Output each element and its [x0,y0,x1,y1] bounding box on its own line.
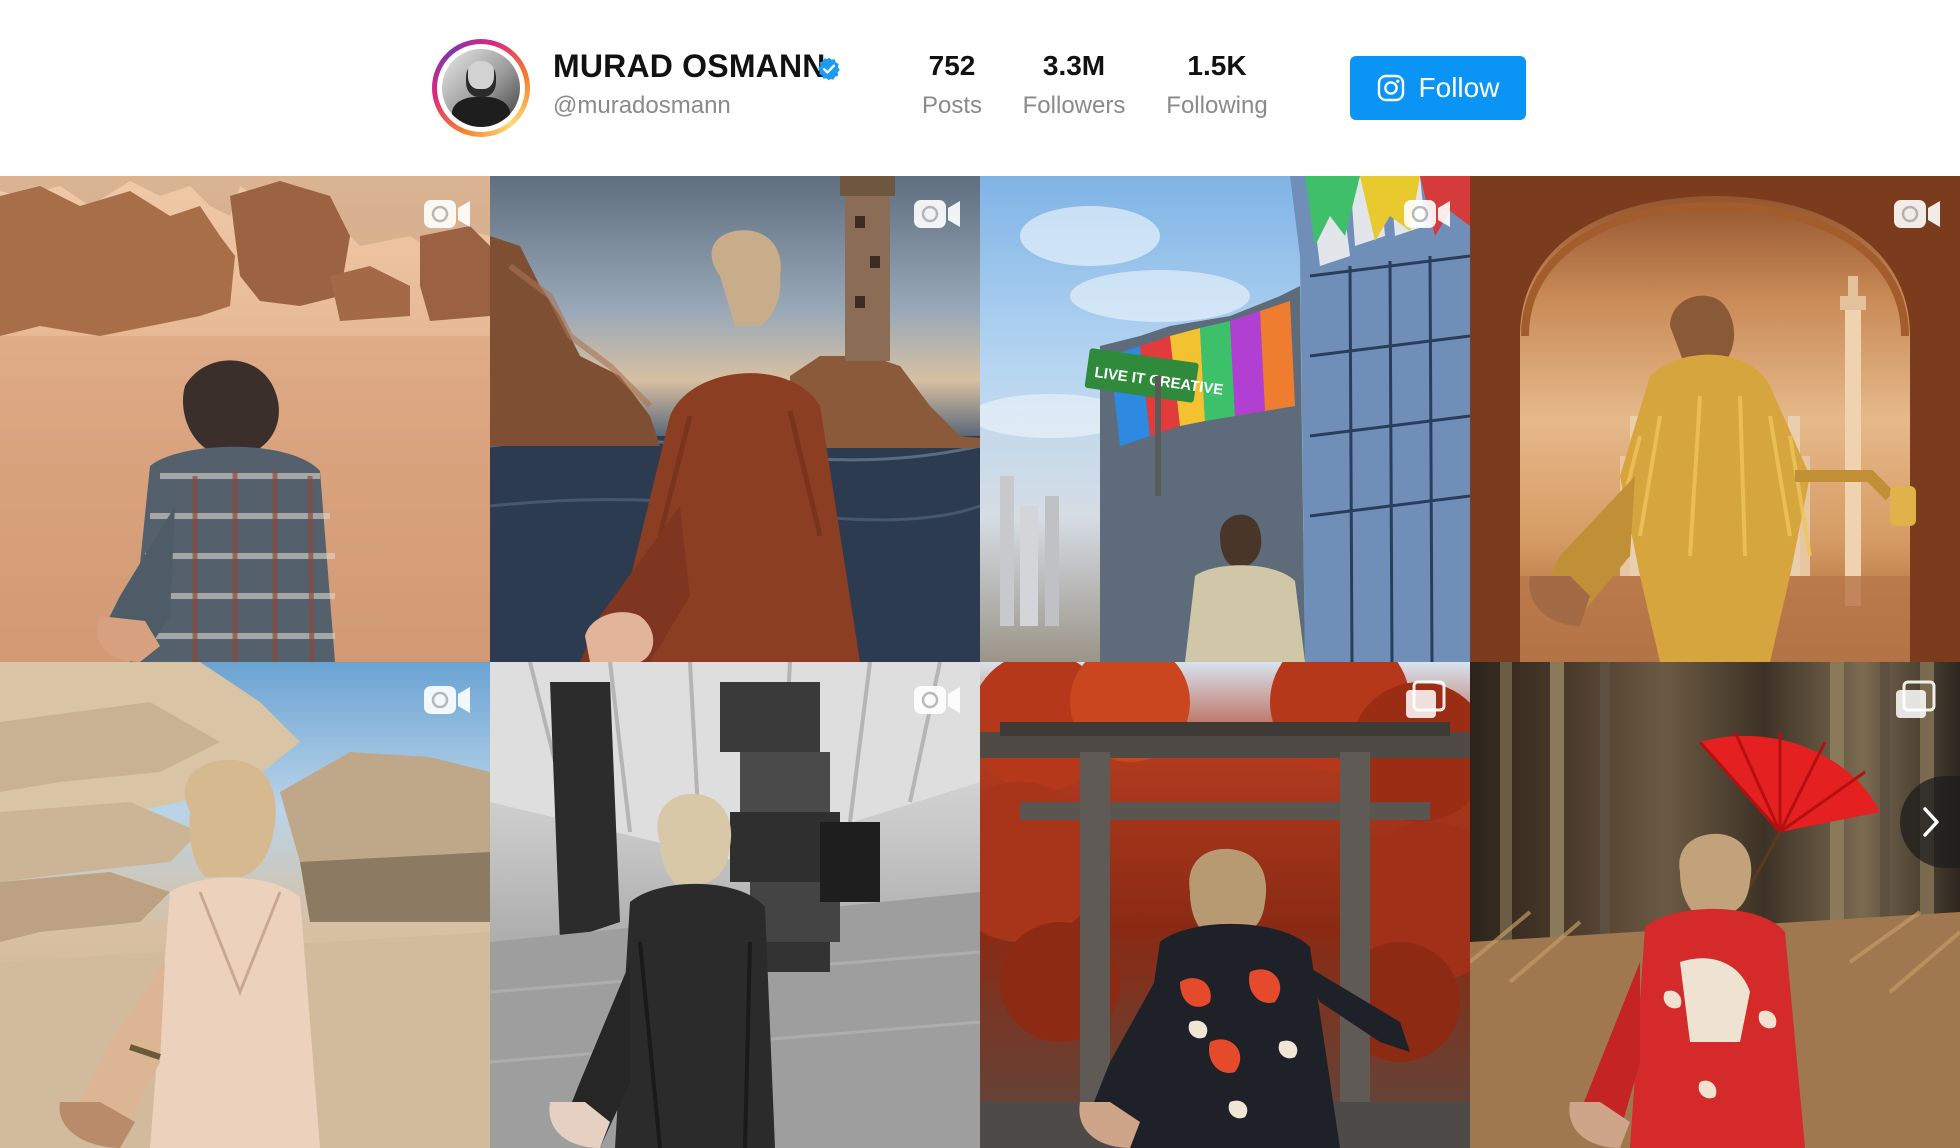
post-image [1470,662,1960,1148]
follow-button[interactable]: Follow [1350,56,1526,120]
profile-handle[interactable]: @muradosmann [553,92,731,120]
post-tile-5[interactable] [0,662,490,1148]
follow-label: Follow [1418,72,1500,103]
video-camera-icon [424,686,470,714]
profile-photo [442,49,520,127]
instagram-icon [1377,74,1404,102]
video-camera-icon [914,686,960,714]
stat-following: 1.5K Following [1137,50,1297,120]
post-tile-1[interactable] [0,176,490,662]
profile-name[interactable]: MURAD OSMANN [553,48,826,85]
chevron-right-icon [1923,807,1939,837]
carousel-icon [1406,680,1446,718]
post-image [980,662,1470,1148]
profile-header: MURAD OSMANN @muradosmann 752 Posts 3.3M… [0,0,1960,176]
post-tile-6[interactable] [490,662,980,1148]
stat-followers: 3.3M Followers [994,50,1154,120]
stat-value: 3.3M [1042,50,1106,81]
stat-value: 1.5K [1187,50,1247,81]
avatar[interactable] [432,39,530,137]
post-image [490,662,980,1148]
video-camera-icon [424,200,470,228]
post-image [0,662,490,1148]
stat-label: Followers [1022,92,1126,119]
video-camera-icon [1894,200,1940,228]
post-image [1470,176,1960,662]
verified-badge-icon [818,57,840,81]
stat-label: Following [1166,92,1268,119]
post-tile-2[interactable] [490,176,980,662]
carousel-icon [1896,680,1936,718]
post-tile-3[interactable]: LIVE IT CREATIVE [980,176,1470,662]
instagram-feed-widget: MURAD OSMANN @muradosmann 752 Posts 3.3M… [0,0,1960,1148]
video-camera-icon [914,200,960,228]
video-camera-icon [1404,200,1450,228]
post-image: LIVE IT CREATIVE [980,176,1470,662]
post-tile-8[interactable] [1470,662,1960,1148]
post-tile-7[interactable] [980,662,1470,1148]
post-image [0,176,490,662]
post-image [490,176,980,662]
post-tile-4[interactable] [1470,176,1960,662]
post-grid: LIVE IT CREATIVE [0,176,1960,1148]
